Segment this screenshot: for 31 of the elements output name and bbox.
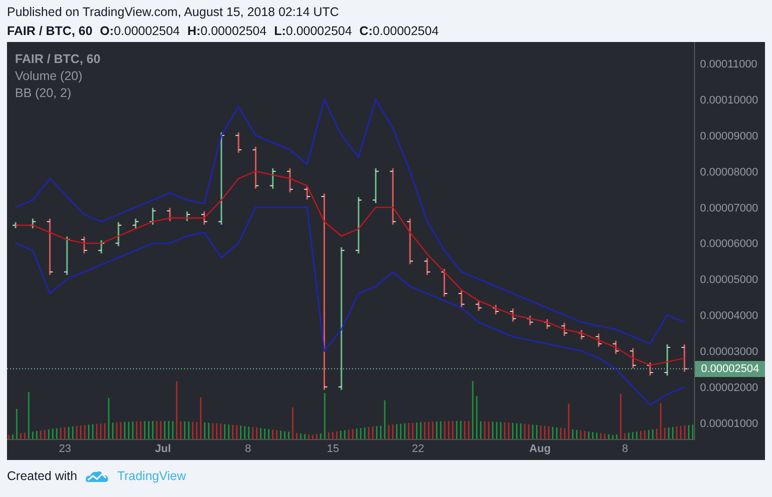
price-tick: 0.00008000 <box>700 166 758 178</box>
price-tick: 0.00009000 <box>700 130 758 142</box>
time-tick: 15 <box>326 443 340 455</box>
symbol-title: FAIR / BTC, 60 <box>7 24 92 38</box>
ohlc-value: L:0.00002504 <box>273 24 352 38</box>
price-tick: 0.00005000 <box>700 274 758 286</box>
time-tick: Aug <box>529 443 551 455</box>
price-tick: 0.00001000 <box>700 418 758 430</box>
legend-label: FAIR / BTC, 60 <box>15 51 100 67</box>
ohlc-value: C:0.00002504 <box>358 24 439 38</box>
price-tick: 0.00007000 <box>700 202 758 214</box>
legend-label: BB (20, 2) <box>15 85 72 101</box>
last-price-label: 0.00002504 <box>695 360 765 377</box>
time-tick: Jul <box>155 443 171 455</box>
brand-link[interactable]: TradingView <box>117 469 186 483</box>
time-tick: 8 <box>244 443 252 455</box>
price-tick: 0.00002000 <box>700 382 758 394</box>
time-tick: 23 <box>58 443 72 455</box>
price-tick: 0.00010000 <box>700 94 758 106</box>
price-tick: 0.00006000 <box>700 238 758 250</box>
time-tick: 22 <box>412 443 424 455</box>
price-tick: 0.00004000 <box>700 310 758 322</box>
time-tick: 8 <box>622 443 628 455</box>
ohlc-value: H:0.00002504 <box>186 24 267 38</box>
legend-label: Volume (20) <box>15 68 84 84</box>
price-tick: 0.00011000 <box>700 58 758 71</box>
cloud-logo-icon <box>85 469 110 483</box>
created-with-text: Created with <box>7 469 78 483</box>
price-tick: 0.00003000 <box>700 346 758 358</box>
ohlc-value: O:0.00002504 <box>98 24 180 38</box>
published-note: Published on TradingView.com, August 15, 2018 02:14 UTC <box>7 4 340 21</box>
